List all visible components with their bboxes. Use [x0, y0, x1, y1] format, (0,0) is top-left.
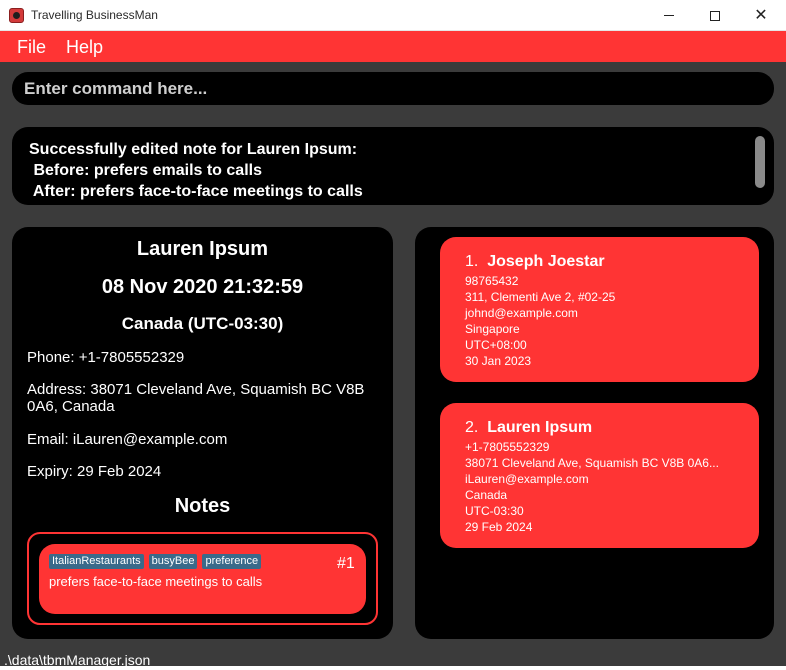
minimize-icon	[664, 15, 674, 16]
contact-index: 1.	[465, 253, 479, 270]
result-line: Successfully edited note for Lauren Ipsu…	[29, 141, 358, 158]
minimize-button[interactable]	[646, 0, 692, 31]
contact-address: 311, Clementi Ave 2, #02-25	[465, 290, 616, 304]
menu-bar: File Help	[0, 31, 786, 62]
result-scrollbar[interactable]	[755, 136, 765, 188]
contact-card[interactable]: 2. Lauren Ipsum +1-7805552329 38071 Clev…	[440, 403, 759, 548]
result-line: Before: prefers emails to calls	[29, 162, 262, 179]
status-bar: .\data\tbmManager.json	[0, 650, 786, 670]
detail-local-time: 08 Nov 2020 21:32:59	[101, 276, 304, 298]
notes-list: ItalianRestaurants busyBee preference #1…	[27, 532, 378, 625]
detail-address: Address: 38071 Cleveland Ave, Squamish B…	[27, 381, 365, 415]
maximize-icon	[710, 10, 720, 21]
contact-card[interactable]: 1. Joseph Joestar 98765432 311, Clementi…	[440, 237, 759, 382]
close-icon: ✕	[754, 6, 768, 24]
contact-phone: 98765432	[465, 274, 519, 288]
result-line: After: prefers face-to-face meetings to …	[29, 183, 363, 200]
note-card[interactable]: ItalianRestaurants busyBee preference #1…	[39, 544, 366, 614]
note-text: prefers face-to-face meetings to calls	[49, 574, 263, 589]
contact-date: 29 Feb 2024	[465, 520, 533, 534]
contact-name: Joseph Joestar	[487, 253, 605, 270]
contact-email: johnd@example.com	[465, 306, 578, 320]
contact-address: 38071 Cleveland Ave, Squamish BC V8B 0A6…	[465, 456, 719, 470]
contact-index: 2.	[465, 419, 479, 436]
contact-timezone: UTC+08:00	[465, 338, 527, 352]
contact-card-header: 2. Lauren Ipsum	[465, 419, 592, 437]
contact-email: iLauren@example.com	[465, 472, 589, 486]
detail-expiry: Expiry: 29 Feb 2024	[27, 463, 162, 480]
contact-country: Singapore	[465, 322, 520, 336]
contact-detail-panel: Lauren Ipsum 08 Nov 2020 21:32:59 Canada…	[12, 227, 393, 639]
note-tags: ItalianRestaurants busyBee preference	[49, 554, 262, 569]
contact-name: Lauren Ipsum	[487, 419, 593, 436]
maximize-button[interactable]	[692, 0, 738, 31]
contact-country: Canada	[465, 488, 508, 502]
window-title: Travelling BusinessMan	[31, 8, 158, 22]
note-tag: preference	[202, 554, 262, 569]
detail-phone: Phone: +1-7805552329	[27, 349, 185, 366]
menu-help[interactable]: Help	[66, 37, 103, 58]
note-index: #1	[337, 555, 355, 572]
result-display: Successfully edited note for Lauren Ipsu…	[12, 127, 774, 205]
contact-phone: +1-7805552329	[465, 440, 550, 454]
close-button[interactable]: ✕	[738, 0, 784, 31]
contact-card-header: 1. Joseph Joestar	[465, 253, 605, 271]
app-icon	[9, 8, 24, 23]
detail-email: Email: iLauren@example.com	[27, 431, 228, 448]
contact-list-panel: 1. Joseph Joestar 98765432 311, Clementi…	[415, 227, 774, 639]
contact-timezone: UTC-03:30	[465, 504, 524, 518]
menu-file[interactable]: File	[17, 37, 46, 58]
detail-name: Lauren Ipsum	[136, 238, 269, 260]
notes-heading: Notes	[174, 495, 231, 517]
command-input[interactable]	[24, 79, 762, 99]
note-tag: ItalianRestaurants	[49, 554, 144, 569]
contact-date: 30 Jan 2023	[465, 354, 532, 368]
note-tag: busyBee	[148, 554, 198, 569]
detail-timezone: Canada (UTC-03:30)	[121, 314, 284, 333]
command-box	[12, 72, 774, 105]
window-bottom-edge	[0, 666, 786, 670]
title-bar: Travelling BusinessMan ✕	[0, 0, 786, 31]
